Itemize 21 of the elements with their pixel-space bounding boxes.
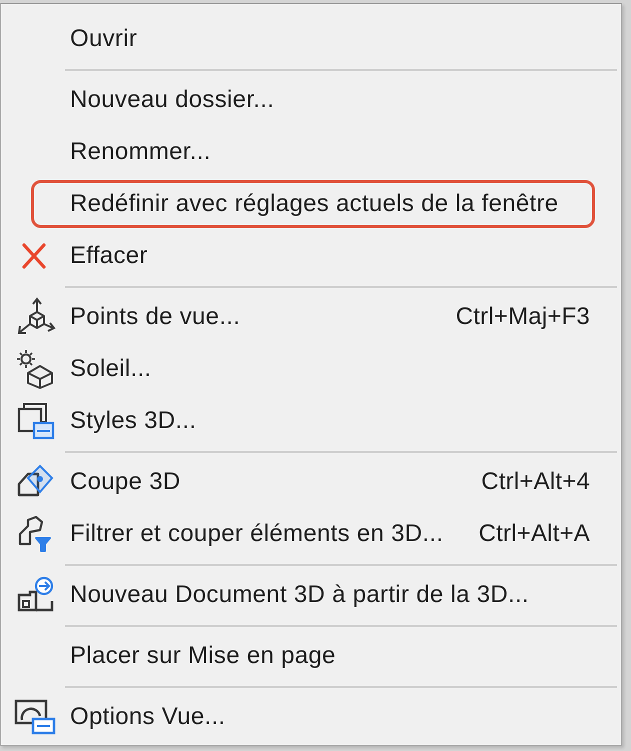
view-options-icon [14,698,58,736]
delete-icon [21,242,47,270]
menu-item[interactable]: Soleil... [1,343,621,395]
menu-item[interactable]: Options Vue... [1,691,621,743]
menu-item[interactable]: Effacer [1,230,621,282]
shortcut-text: Ctrl+Alt+4 [481,467,591,497]
axes-arrows-icon [16,297,56,337]
menu-item[interactable]: Nouveau dossier... [1,74,621,126]
sun-cube-icon [16,349,56,389]
windows-icon [16,401,56,441]
menu-item[interactable]: Nouveau Document 3D à partir de la 3D... [1,569,621,621]
shortcut-text: Ctrl+Maj+F3 [456,302,591,332]
shortcut-text: Ctrl+Alt+A [478,519,591,549]
menu-item[interactable]: Redéfinir avec réglages actuels de la fenêtre [1,178,621,230]
menu-item[interactable]: Placer sur Mise en page [1,630,621,682]
menu-item[interactable]: Renommer... [1,126,621,178]
menu-item[interactable]: Coupe 3D Ctrl+Alt+4 [1,456,621,508]
menu-item[interactable]: Points de vue... Ctrl+Maj+F3 [1,291,621,343]
menu-item[interactable]: Filtrer et couper éléments en 3D... Ctrl+Alt+A [1,508,621,560]
menu-item[interactable]: Ouvrir [1,13,621,65]
menu-item[interactable]: Styles 3D... [1,395,621,447]
